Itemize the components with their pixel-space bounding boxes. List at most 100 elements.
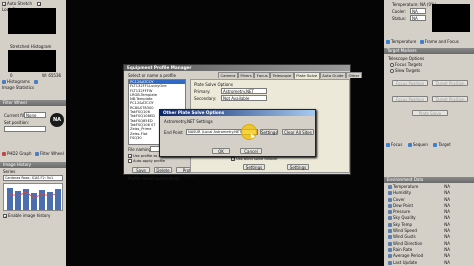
env-row-label: Dew Point (393, 202, 414, 208)
tab-target[interactable]: Target (438, 142, 450, 147)
use-blind-checkbox[interactable] (231, 157, 235, 161)
tab-phd2-graph[interactable]: PHD2 Graph (7, 151, 32, 156)
left-panel-lower (0, 221, 66, 266)
set-position-field[interactable] (4, 126, 46, 132)
use-blind-label: Use blind solve failover (236, 157, 278, 161)
auto-stretch-checkbox[interactable] (2, 1, 6, 6)
secondary-select[interactable]: Not Available (221, 95, 267, 101)
current-filter-field[interactable]: None (24, 112, 46, 118)
focus-targets-row: Focus Targets (390, 62, 422, 67)
env-row-icon (388, 229, 392, 234)
tab-telescope[interactable]: Telescope (270, 72, 294, 78)
env-row-icon (388, 235, 392, 240)
tab-filter-wheel[interactable]: Filter Wheel (40, 151, 64, 156)
env-row-label: Sky Quality (393, 215, 416, 221)
primary-label: Primary: (194, 89, 211, 94)
series-select[interactable]: Canteras Rose, ICAS F2: 5x1 (3, 175, 63, 181)
env-row-icon (388, 191, 392, 196)
gray-button-1[interactable]: Focus Position (392, 80, 428, 86)
enable-history-row: Enable image history (3, 213, 50, 218)
endpoint-label: End Point (164, 130, 183, 135)
stats-icon (34, 79, 39, 84)
use-default-checkbox[interactable] (128, 154, 132, 158)
temperature-graph (432, 4, 470, 32)
dialog-cancel-button[interactable]: Cancel (240, 148, 262, 154)
dialog-ok-button[interactable]: OK (212, 148, 230, 154)
tab-camera[interactable]: Camera (218, 72, 238, 78)
right-tabs-2: Focus Sequen Target (386, 142, 472, 149)
select-profile-label: Select or name a profile (128, 73, 176, 78)
tab-frame-focus[interactable]: Frame and Focus (425, 39, 459, 44)
slew-targets-radio[interactable] (390, 69, 394, 73)
profile-status: Profile saved successfully! (128, 176, 181, 181)
env-row-label: Humidity (393, 190, 412, 196)
plate-solve-options-label: Plate Solve Options (194, 82, 233, 87)
profile-tabs: Camera Filters Focus Telescope Plate Solve Au… (218, 72, 362, 79)
gray-button-4[interactable]: Target Position (432, 96, 468, 102)
env-row-label: Wind Speed (393, 228, 417, 234)
env-row-icon (388, 216, 392, 221)
env-row-icon (388, 210, 392, 215)
env-row-icon (388, 203, 392, 208)
delete-button[interactable]: Delete (154, 167, 172, 173)
environment-title-text: Environment Data (387, 177, 424, 182)
filter-wheel-icon (35, 151, 39, 156)
set-position-label: Set position: (4, 120, 30, 125)
env-row-icon (388, 247, 392, 252)
hist-right-value: W: 65536 (42, 73, 62, 78)
use-blind-row: Use blind solve failover (231, 157, 278, 161)
save-button[interactable]: Save (132, 167, 150, 173)
thermometer-icon (386, 39, 390, 44)
sequence-tab-icon (407, 142, 412, 147)
profile-manager-titlebar: Equipment Profile Manager (124, 65, 350, 71)
tab-auto-guide[interactable]: Auto Guide (319, 72, 346, 78)
secondary-label: Secondary: (194, 96, 217, 101)
gray-button-2[interactable]: Target Position (432, 80, 468, 86)
slew-targets-label: Slew Targets (395, 68, 421, 73)
left-panel: Auto Stretch Lock Range Stretched Histog… (0, 0, 66, 266)
env-row-label: Sky Temp (393, 221, 413, 227)
profile-manager-title: Equipment Profile Manager (127, 65, 192, 70)
right-panel-bottom (384, 262, 474, 266)
tab-filters[interactable]: Filters (237, 72, 255, 78)
filter-bottom-tabs: PHD2 Graph Filter Wheel (2, 151, 64, 158)
tab-other[interactable]: Other (345, 72, 362, 78)
tab-sequence[interactable]: Sequen (413, 142, 428, 147)
tab-plate-solve[interactable]: Plate Solve (293, 72, 320, 79)
gray-button-3[interactable]: Focus Position (392, 96, 428, 102)
plate-dialog-titlebar: Other Plate Solve Options (160, 110, 315, 116)
astrometry-settings-label: Astrometry.NET Settings (164, 119, 213, 124)
gray-button-5[interactable]: Plate Solve (412, 110, 448, 116)
env-row-label: Wind Gusts (393, 234, 416, 240)
cursor-highlight (241, 124, 257, 140)
endpoint-settings-button[interactable]: Settings (260, 129, 278, 135)
env-row-icon (388, 222, 392, 227)
histogram-tabs: Histograms Image Statistics (2, 79, 64, 90)
tab-histograms[interactable]: Histograms (7, 79, 30, 84)
env-row-icon (388, 197, 392, 202)
series-label: Series (3, 169, 16, 174)
tab-focus[interactable]: Focus (254, 72, 271, 78)
env-row-label: Average Period (393, 253, 424, 259)
right-tabs-1: Temperature Frame and Focus (386, 39, 472, 46)
blind-settings-button[interactable]: Settings (287, 164, 309, 170)
plate-solve-options-dialog: Other Plate Solve Options Astrometry.NET… (159, 109, 316, 157)
environment-title: Environment Data (384, 177, 474, 183)
clear-all-sites-button[interactable]: Clear All Sites (282, 129, 314, 135)
tab-focus-right[interactable]: Focus (391, 142, 402, 147)
tab-image-statistics[interactable]: Image Statistics (2, 85, 34, 90)
target-tab-icon (433, 142, 438, 147)
cooler-field[interactable]: NA (410, 8, 426, 14)
primary-select[interactable]: Astrometry.NET (221, 88, 267, 94)
focus-targets-radio[interactable] (390, 63, 394, 67)
auto-apply-checkbox[interactable] (128, 159, 132, 163)
enable-history-checkbox[interactable] (3, 214, 7, 218)
telescope-options-label: Telescope Options (388, 56, 425, 61)
image-history-title: Image History (0, 162, 66, 168)
tab-temperature[interactable]: Temperature (391, 39, 416, 44)
environment-table: Temperature NA Humidity NA Cover NA Dew Point N… (388, 184, 450, 266)
filter-wheel-title: Filter Wheel (0, 100, 66, 106)
env-row-label: Rain Rate (393, 246, 413, 252)
plate-solve-settings-button[interactable]: Settings (243, 164, 265, 170)
lock-range-checkbox[interactable] (37, 1, 42, 6)
